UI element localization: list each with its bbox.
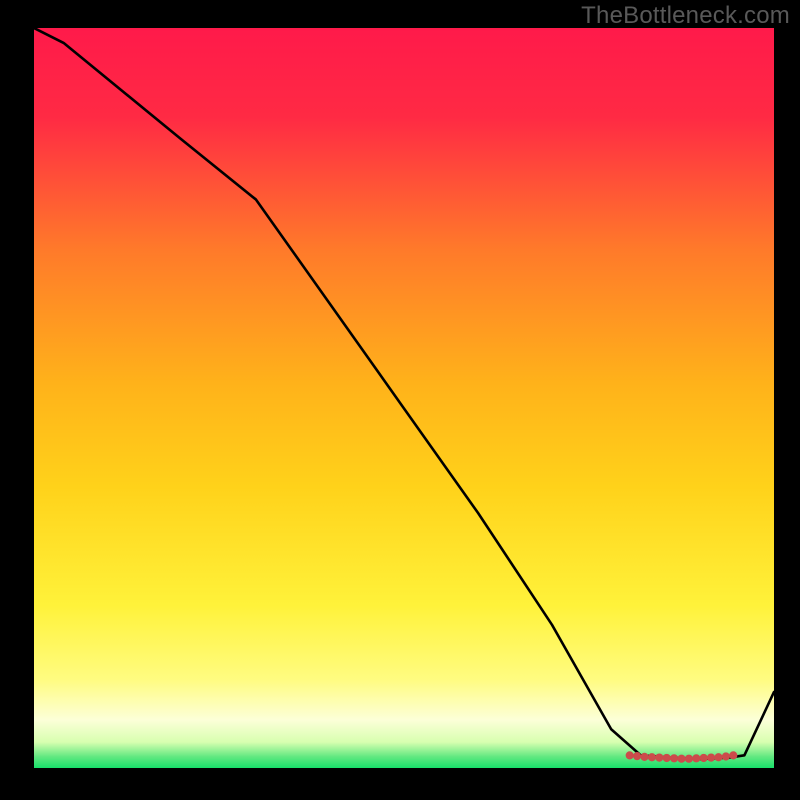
optimal-dot [685, 755, 693, 763]
optimal-dot [633, 752, 641, 760]
optimal-zone-dots [626, 751, 738, 763]
optimal-dot [700, 754, 708, 762]
bottleneck-curve [34, 28, 774, 759]
optimal-dot [729, 751, 737, 759]
curve-layer [34, 28, 774, 774]
optimal-dot [670, 754, 678, 762]
optimal-dot [707, 753, 715, 761]
optimal-dot [722, 752, 730, 760]
optimal-dot [677, 755, 685, 763]
optimal-dot [663, 754, 671, 762]
plot-area [34, 28, 774, 774]
optimal-dot [655, 753, 663, 761]
optimal-dot [714, 753, 722, 761]
optimal-dot [692, 754, 700, 762]
optimal-dot [648, 753, 656, 761]
watermark-text: TheBottleneck.com [581, 2, 790, 30]
chart-frame: TheBottleneck.com [0, 0, 800, 800]
optimal-dot [626, 751, 634, 759]
optimal-dot [640, 753, 648, 761]
